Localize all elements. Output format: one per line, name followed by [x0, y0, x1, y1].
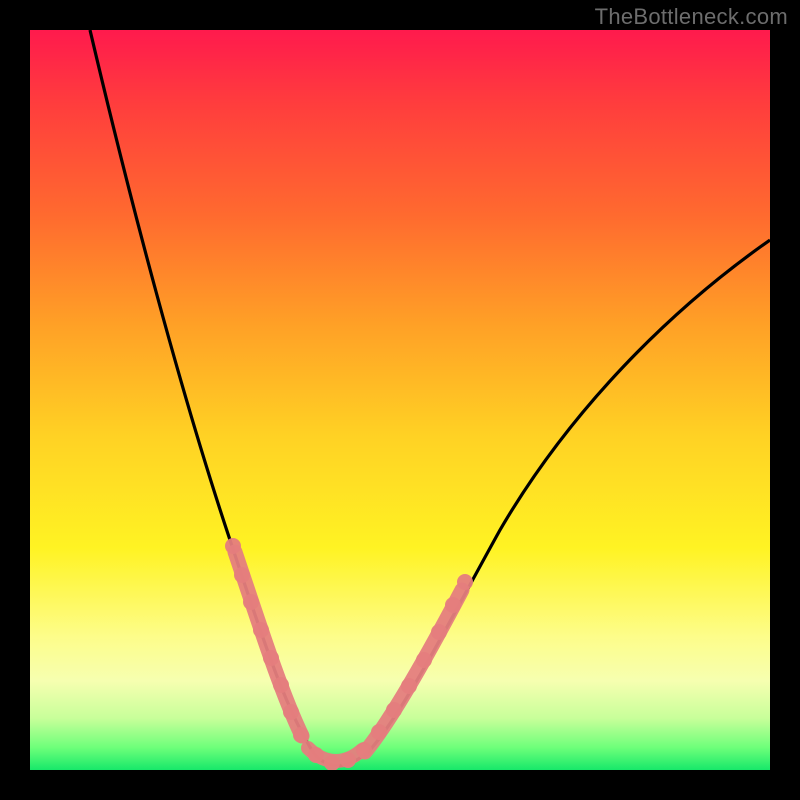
plot-area [30, 30, 770, 770]
chart-frame: TheBottleneck.com [0, 0, 800, 800]
watermark-text: TheBottleneck.com [595, 4, 788, 30]
bottleneck-curve-svg [30, 30, 770, 770]
